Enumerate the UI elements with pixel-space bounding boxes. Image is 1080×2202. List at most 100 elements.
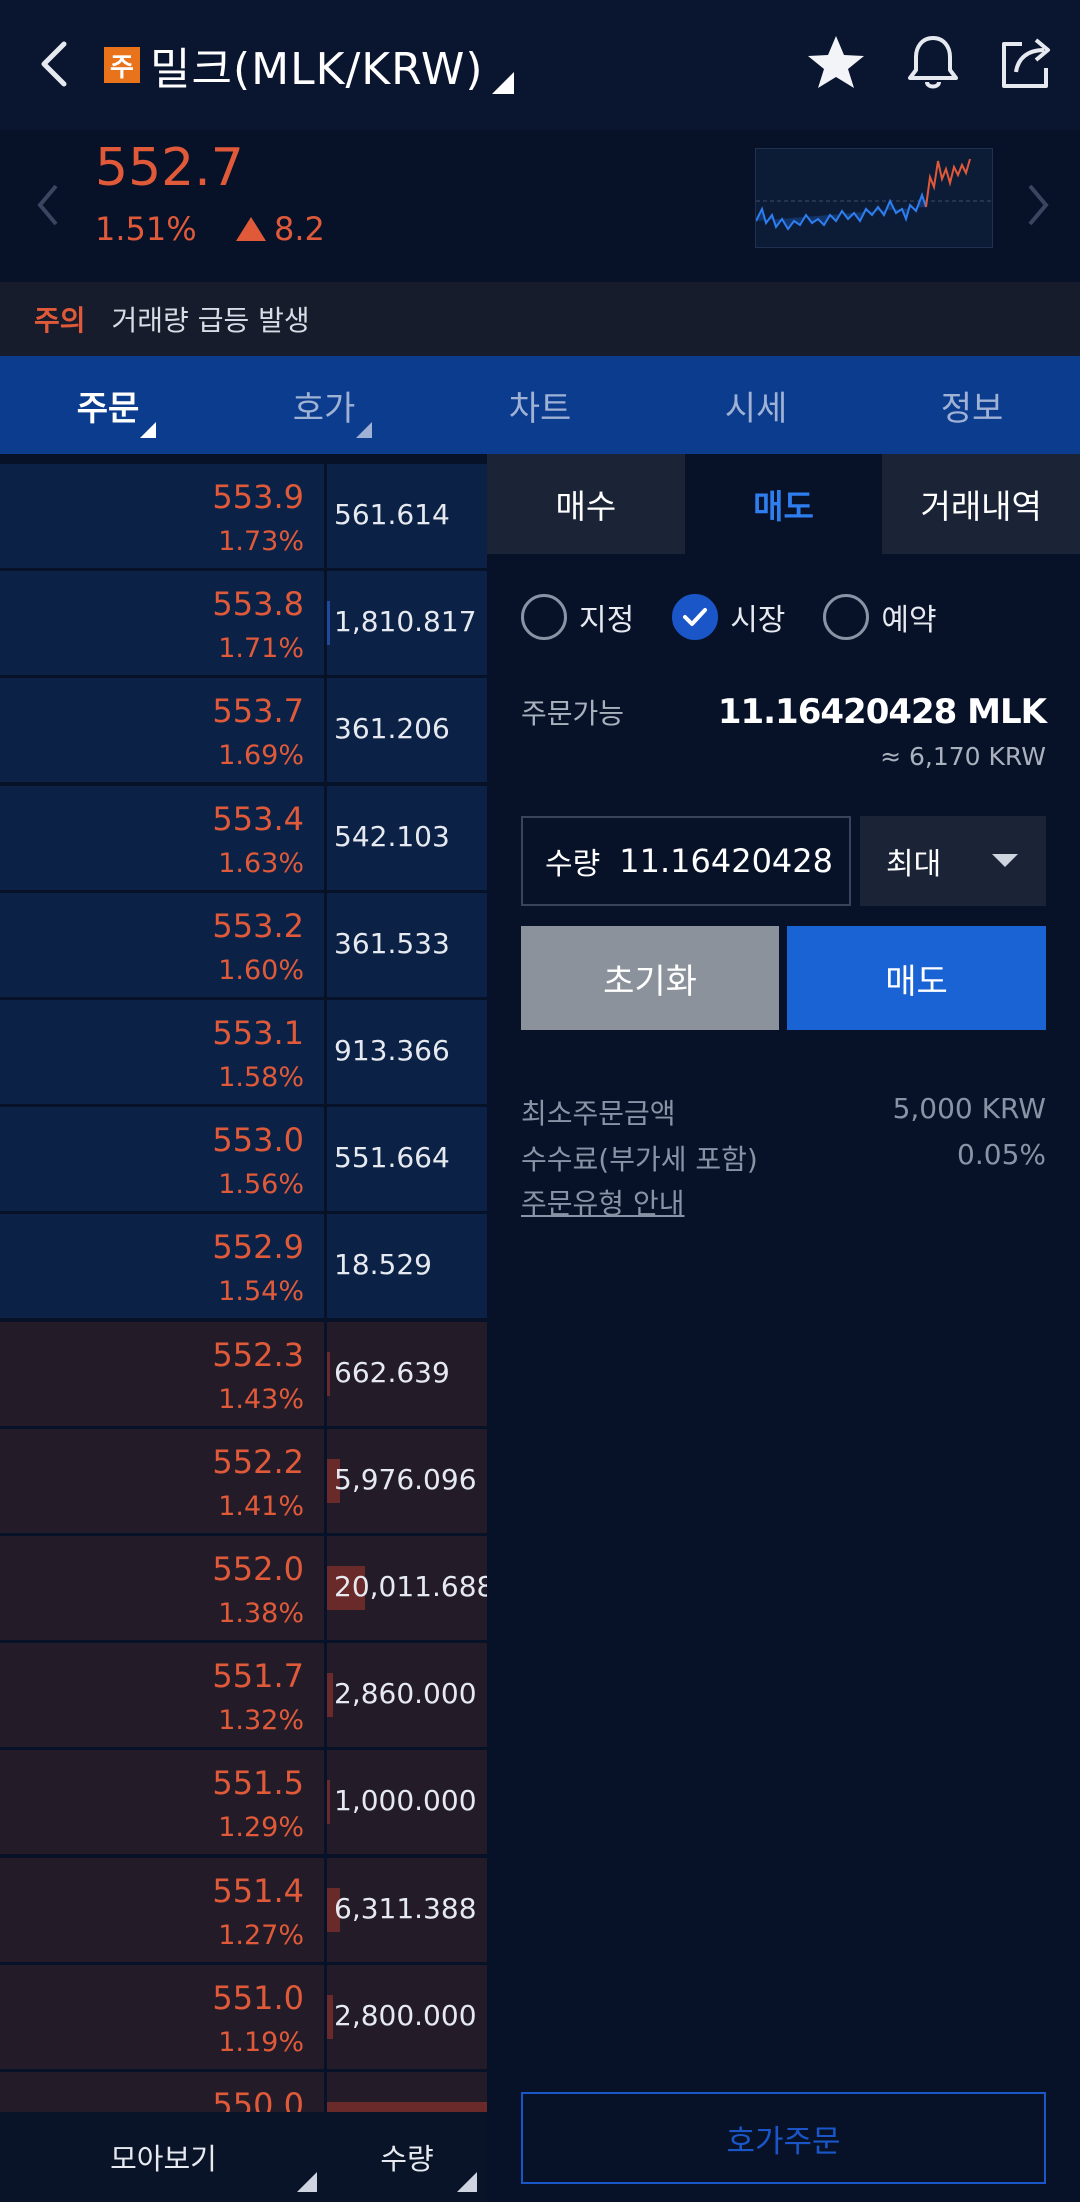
bid-row[interactable]: 551.5 1.29% 1,000.000 xyxy=(0,1750,487,1855)
orderbook-quantity: 18.529 xyxy=(334,1248,432,1282)
back-button[interactable] xyxy=(32,34,82,94)
orderbook-qty-cell[interactable]: 5,976.096 xyxy=(327,1428,487,1533)
orderbook-price-cell[interactable]: 552.9 1.54% xyxy=(0,1214,324,1319)
market-dropdown-icon[interactable] xyxy=(492,72,514,94)
ask-row[interactable]: 553.9 1.73% 561.614 xyxy=(0,464,487,568)
prev-market-button[interactable] xyxy=(34,180,62,230)
tab-history[interactable]: 거래내역 xyxy=(882,454,1080,554)
orderbook-qty-cell[interactable]: 551.664 xyxy=(327,1107,487,1212)
tab-quotes[interactable]: 시세 xyxy=(648,356,864,454)
hoga-order-button[interactable]: 호가주문 xyxy=(521,2092,1046,2184)
order-type-market[interactable]: 시장 xyxy=(672,594,785,640)
quantity-ratio-select[interactable]: 최대 xyxy=(860,816,1046,906)
orderbook-price-cell[interactable]: 551.0 1.19% xyxy=(0,1964,324,2069)
tab-info[interactable]: 정보 xyxy=(864,356,1080,454)
orderbook-view-button[interactable]: 모아보기 xyxy=(0,2112,327,2202)
reset-button[interactable]: 초기화 xyxy=(521,926,779,1030)
orderbook-price-cell[interactable]: 553.9 1.73% xyxy=(0,464,324,568)
orderbook-price-cell[interactable]: 553.1 1.58% xyxy=(0,1000,324,1104)
orderbook[interactable]: 553.9 1.73% 561.614 553.8 1.71% 1,810.817 553.… xyxy=(0,454,487,2112)
bid-row[interactable]: 550.0 xyxy=(0,2072,487,2112)
orderbook-qty-cell[interactable]: 1,810.817 xyxy=(327,571,487,676)
radio-market[interactable] xyxy=(672,594,719,640)
orderbook-volume-bar xyxy=(327,1780,330,1825)
check-icon xyxy=(683,608,708,626)
orderbook-qty-cell[interactable]: 20,011.688 xyxy=(327,1536,487,1640)
favorite-button[interactable] xyxy=(803,30,869,96)
warning-banner[interactable]: 주의 거래량 급등 발생 xyxy=(0,282,1080,356)
ask-row[interactable]: 553.0 1.56% 551.664 xyxy=(0,1107,487,1212)
radio-limit[interactable] xyxy=(521,594,567,640)
orderbook-price-cell[interactable]: 553.8 1.71% xyxy=(0,571,324,676)
tab-sell[interactable]: 매도 xyxy=(684,454,883,554)
tab-order[interactable]: 주문 xyxy=(0,356,216,454)
orderbook-percent: 1.58% xyxy=(218,1062,304,1093)
share-button[interactable] xyxy=(994,30,1060,96)
orderbook-qty-cell[interactable]: 2,860.000 xyxy=(327,1643,487,1748)
bell-icon xyxy=(908,36,958,89)
orderbook-price-cell[interactable]: 551.5 1.29% xyxy=(0,1750,324,1855)
order-type-group: 지정 시장 예약 xyxy=(521,594,975,640)
ask-row[interactable]: 553.2 1.60% 361.533 xyxy=(0,892,487,997)
orderbook-qty-button[interactable]: 수량 xyxy=(327,2112,487,2202)
orderbook-qty-cell[interactable]: 361.533 xyxy=(327,892,487,997)
tab-orderbook[interactable]: 호가 xyxy=(216,356,432,454)
orderbook-quantity: 561.614 xyxy=(334,498,450,531)
bid-row[interactable]: 552.2 1.41% 5,976.096 xyxy=(0,1428,487,1533)
sell-button[interactable]: 매도 xyxy=(787,926,1046,1030)
ask-row[interactable]: 553.4 1.63% 542.103 xyxy=(0,785,487,890)
bid-row[interactable]: 551.4 1.27% 6,311.388 xyxy=(0,1857,487,1962)
mini-chart[interactable] xyxy=(755,148,993,248)
orderbook-price-cell[interactable]: 553.0 1.56% xyxy=(0,1107,324,1212)
orderbook-price-cell[interactable]: 551.7 1.32% xyxy=(0,1643,324,1748)
orderbook-qty-cell[interactable] xyxy=(327,2072,487,2112)
alert-button[interactable] xyxy=(900,30,966,96)
ask-row[interactable]: 553.1 1.58% 913.366 xyxy=(0,1000,487,1104)
orderbook-price-cell[interactable]: 550.0 xyxy=(0,2072,324,2112)
ask-row[interactable]: 553.7 1.69% 361.206 xyxy=(0,678,487,783)
orderbook-qty-cell[interactable]: 2,800.000 xyxy=(327,1964,487,2069)
orderbook-price-cell[interactable]: 553.7 1.69% xyxy=(0,678,324,783)
tab-chart-label: 차트 xyxy=(508,388,572,429)
quantity-value[interactable]: 11.16420428 xyxy=(619,842,833,880)
tab-chart[interactable]: 차트 xyxy=(432,356,648,454)
orderbook-percent: 1.41% xyxy=(218,1490,304,1522)
orderbook-price-cell[interactable]: 551.4 1.27% xyxy=(0,1857,324,1962)
bid-row[interactable]: 552.3 1.43% 662.639 xyxy=(0,1321,487,1426)
orderbook-price-cell[interactable]: 553.4 1.63% xyxy=(0,785,324,890)
next-market-button[interactable] xyxy=(1024,180,1052,230)
orderbook-price: 553.7 xyxy=(212,692,304,731)
order-type-reserve[interactable]: 예약 xyxy=(823,594,937,640)
bid-row[interactable]: 551.0 1.19% 2,800.000 xyxy=(0,1964,487,2069)
market-title: 밀크(MLK/KRW) xyxy=(150,44,484,95)
orderbook-qty-cell[interactable]: 542.103 xyxy=(327,785,487,890)
order-type-guide-link[interactable]: 주문유형 안내 xyxy=(521,1182,684,1222)
market-selector[interactable]: 주 밀크(MLK/KRW) xyxy=(104,30,484,100)
orderbook-volume-bar xyxy=(327,1673,333,1718)
orderbook-qty-cell[interactable]: 662.639 xyxy=(327,1321,487,1426)
orderbook-qty-cell[interactable]: 1,000.000 xyxy=(327,1750,487,1855)
ask-row[interactable]: 553.8 1.71% 1,810.817 xyxy=(0,571,487,676)
orderbook-view-label: 모아보기 xyxy=(110,2142,217,2176)
bid-row[interactable]: 552.0 1.38% 20,011.688 xyxy=(0,1536,487,1640)
orderbook-price-cell[interactable]: 552.3 1.43% xyxy=(0,1321,324,1426)
orderbook-qty-cell[interactable]: 361.206 xyxy=(327,678,487,783)
orderbook-price-cell[interactable]: 552.0 1.38% xyxy=(0,1536,324,1640)
quantity-input[interactable]: 수량 11.16420428 xyxy=(521,816,851,906)
orderbook-qty-cell[interactable]: 6,311.388 xyxy=(327,1857,487,1962)
order-type-limit[interactable]: 지정 xyxy=(521,594,634,640)
tab-buy[interactable]: 매수 xyxy=(487,454,685,554)
ask-row[interactable]: 552.9 1.54% 18.529 xyxy=(0,1214,487,1319)
orderbook-qty-cell[interactable]: 561.614 xyxy=(327,464,487,568)
orderbook-qty-cell[interactable]: 913.366 xyxy=(327,1000,487,1104)
order-type-reserve-label: 예약 xyxy=(881,603,937,638)
orderbook-volume-bar xyxy=(327,1994,333,2039)
orderbook-price-cell[interactable]: 552.2 1.41% xyxy=(0,1428,324,1533)
app-root: { "header": { "badge": "주", "title": "밀크… xyxy=(0,0,1080,2202)
radio-reserve[interactable] xyxy=(823,594,870,640)
orderbook-qty-cell[interactable]: 18.529 xyxy=(327,1214,487,1319)
star-icon xyxy=(808,36,864,88)
orderbook-price-cell[interactable]: 553.2 1.60% xyxy=(0,892,324,997)
bid-row[interactable]: 551.7 1.32% 2,860.000 xyxy=(0,1643,487,1748)
tab-orderbook-menu-icon xyxy=(356,422,372,438)
